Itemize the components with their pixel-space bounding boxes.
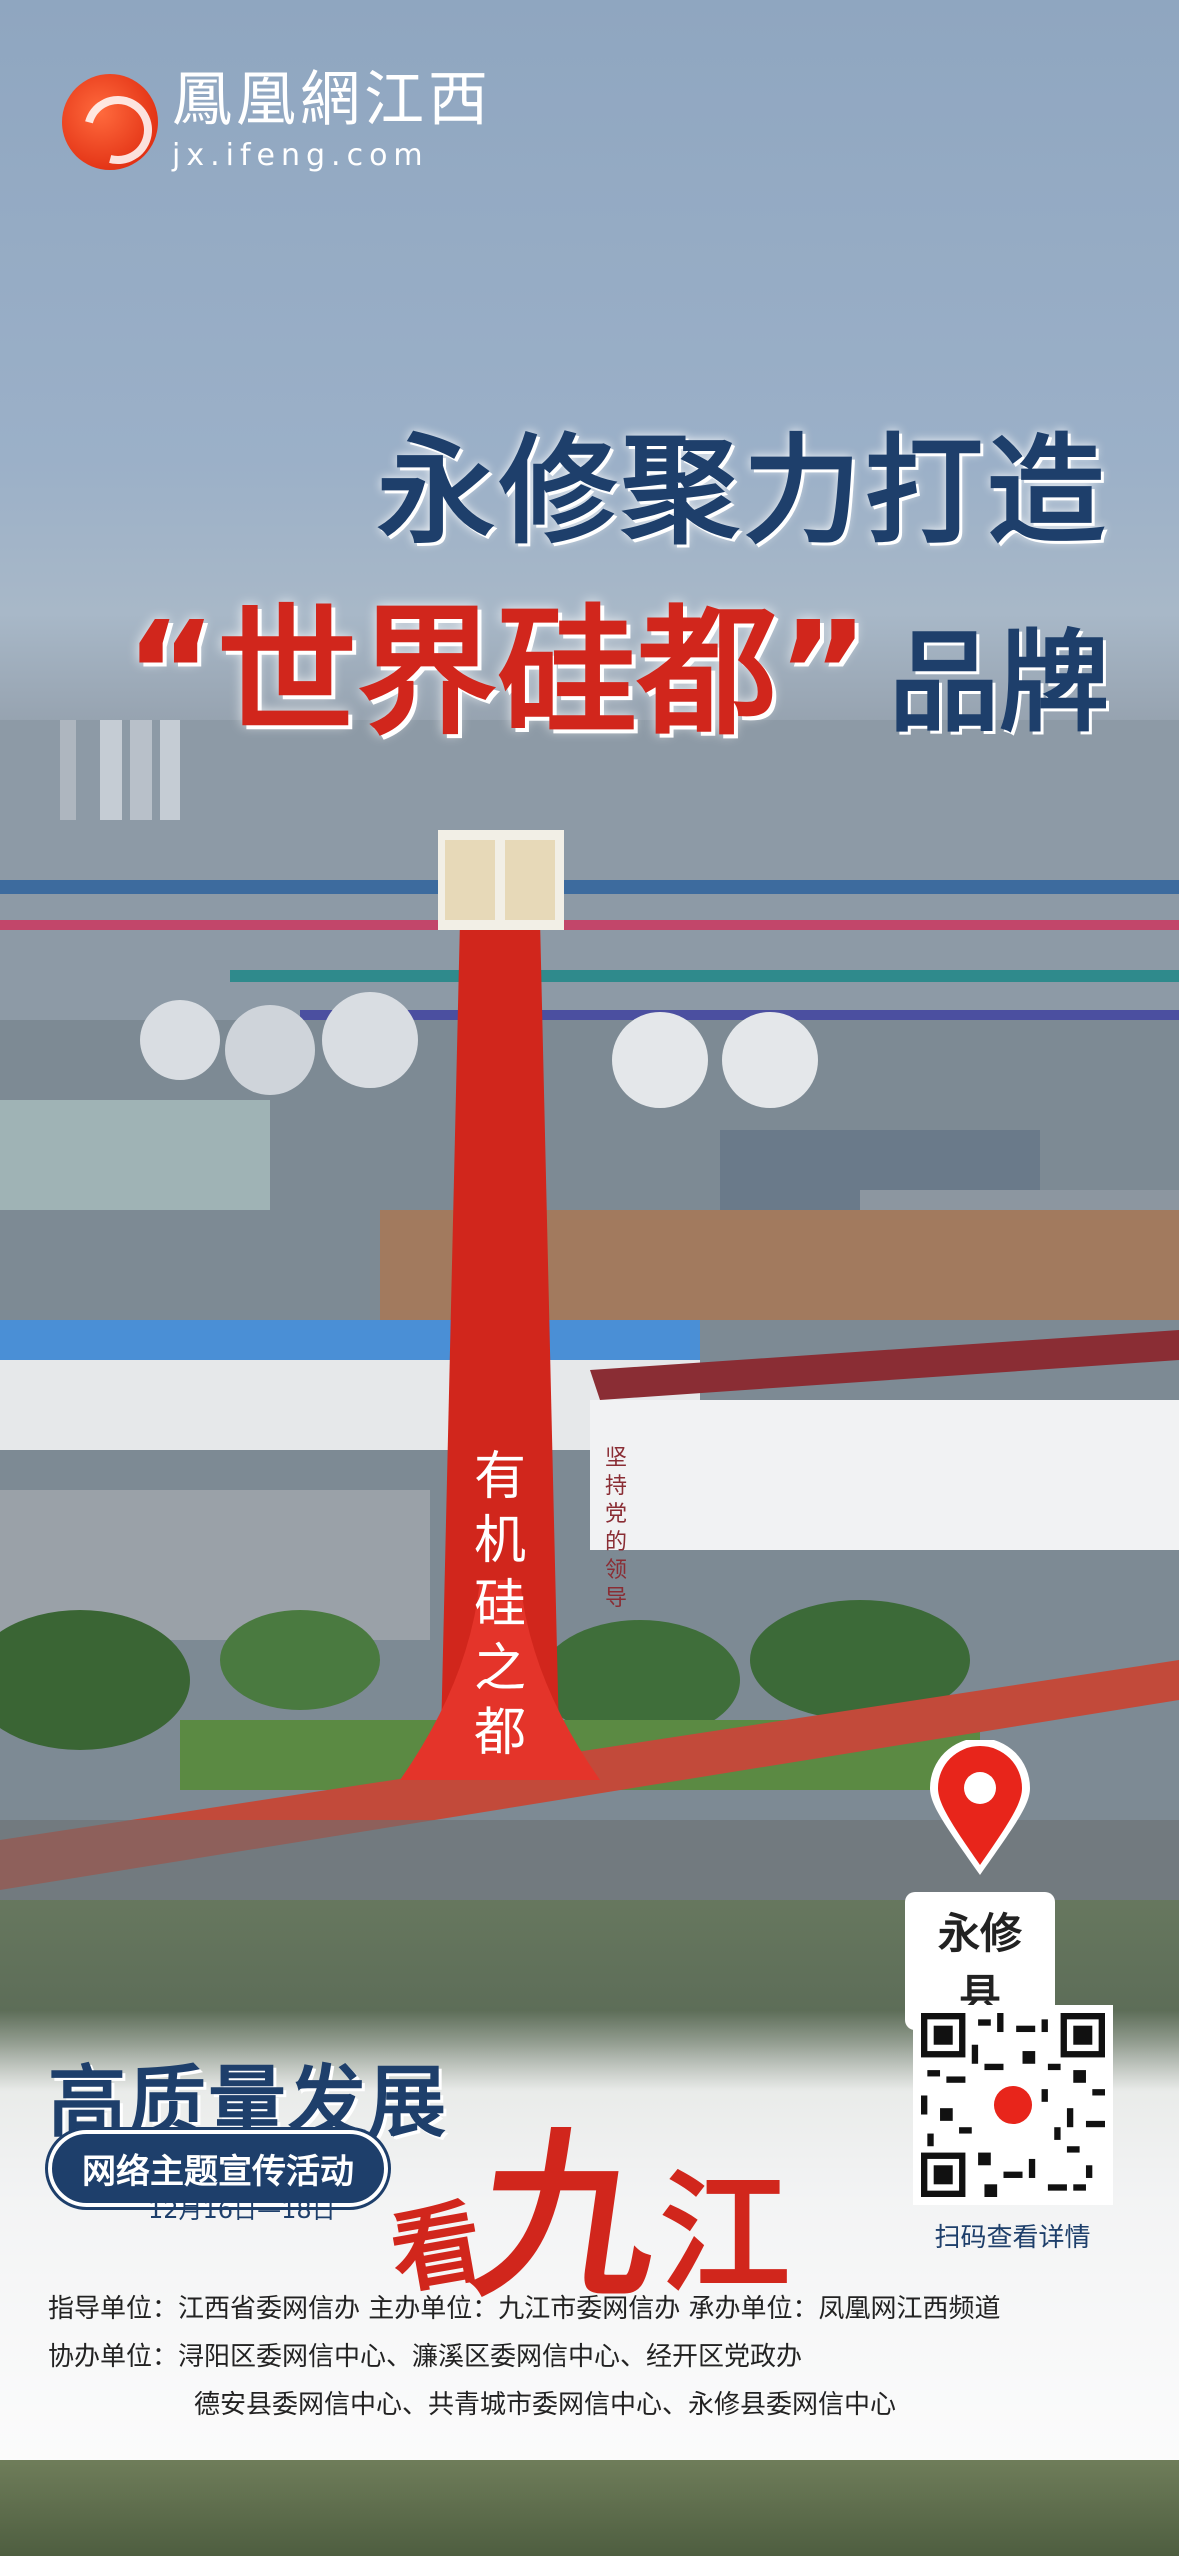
campaign-date: 12月16日—18日 bbox=[148, 2196, 336, 2224]
bottom-ground-strip bbox=[0, 2460, 1179, 2556]
credits-row-co-organizers-cont: 德安县委网信中心、共青城市委网信中心、永修县委网信中心 bbox=[194, 2390, 897, 2420]
map-pin-icon bbox=[930, 1738, 1030, 1875]
credits-row-co-organizers: 协办单位：浔阳区委网信中心、濂溪区委网信中心、经开区党政办 bbox=[48, 2342, 803, 2372]
location-marker: 永修县 bbox=[905, 1738, 1055, 2030]
qr-code-block[interactable]: 扫码查看详情 bbox=[905, 2005, 1120, 2254]
qr-caption: 扫码查看详情 bbox=[934, 2223, 1091, 2253]
headline-brand: 品牌 bbox=[889, 619, 1109, 747]
credits: 指导单位：江西省委网信办 主办单位：九江市委网信办 承办单位：凤凰网江西频道 协… bbox=[48, 2285, 1148, 2429]
factory-aerial-image bbox=[0, 720, 1179, 1900]
qr-code-icon bbox=[920, 2013, 1105, 2197]
qr-code[interactable] bbox=[912, 2005, 1113, 2205]
building-sign: 坚持党的领导 bbox=[605, 1446, 628, 1611]
headline-world-silicon-capital: “世界硅都” bbox=[124, 592, 869, 755]
monument-text: 有机硅之都 bbox=[473, 1447, 526, 1763]
logo-chinese: 鳳凰網江西 bbox=[172, 65, 492, 135]
credits-row-organizers: 指导单位：江西省委网信办 主办单位：九江市委网信办 承办单位：凤凰网江西频道 bbox=[48, 2294, 1001, 2324]
headline-line1: 永修聚力打造 bbox=[376, 422, 1109, 560]
logo-domain: jx.ifeng.com bbox=[172, 138, 429, 173]
headline-line2: “世界硅都” 品牌 bbox=[125, 560, 1109, 762]
phoenix-logo-icon bbox=[62, 73, 158, 170]
ifeng-jiangxi-logo: 鳳凰網江西 jx.ifeng.com bbox=[62, 70, 492, 173]
poster: 有机硅之都 坚持党的领导 鳳凰網江西 jx.ifeng.com 永修聚力打造 “… bbox=[0, 0, 1179, 2556]
